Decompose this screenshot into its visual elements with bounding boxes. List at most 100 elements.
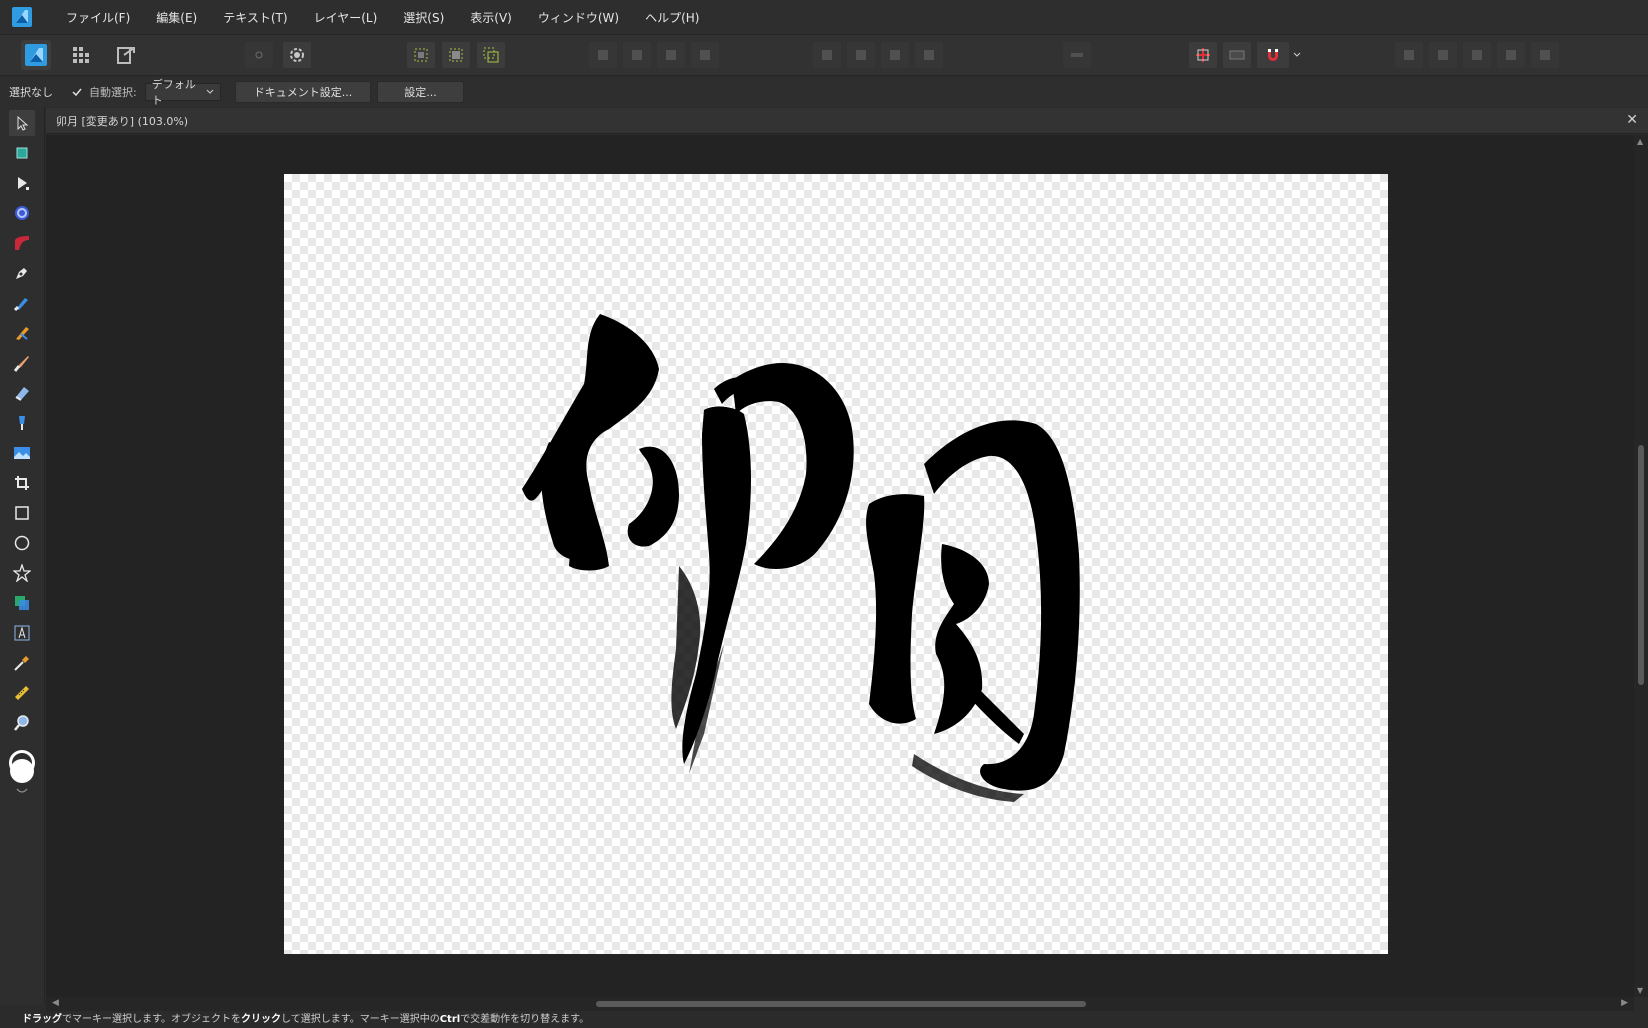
- snapping-grid-button[interactable]: [1189, 42, 1217, 68]
- horizontal-scrollbar[interactable]: ◀ ▶: [46, 997, 1634, 1011]
- canvas-area[interactable]: 卯月: [46, 135, 1634, 997]
- arrange-icon: [700, 50, 710, 60]
- boolean-subtract-icon: [1438, 50, 1448, 60]
- scroll-right-icon[interactable]: ▶: [1621, 998, 1628, 1008]
- move-forward-button[interactable]: [657, 42, 685, 68]
- invert-selection-button[interactable]: [477, 42, 505, 68]
- status-text-1: でマーキー選択します。オブジェクトを: [62, 1014, 241, 1025]
- crop-icon: [15, 476, 29, 490]
- corner-tool[interactable]: [9, 200, 35, 226]
- vector-brush-icon: [13, 298, 28, 312]
- node-tool[interactable]: [9, 170, 35, 196]
- designer-persona-button[interactable]: [21, 40, 51, 70]
- transparency-tool[interactable]: [9, 410, 35, 436]
- boolean-intersect-button[interactable]: [1463, 42, 1491, 68]
- place-image-tool[interactable]: [9, 440, 35, 466]
- pen-tool[interactable]: [9, 260, 35, 286]
- menu-bar: ファイル(F) 編集(E) テキスト(T) レイヤー(L) 選択(S) 表示(V…: [0, 0, 1648, 34]
- boolean-xor-icon: [1506, 50, 1516, 60]
- pixel-brush-tool[interactable]: [9, 350, 35, 376]
- context-toolbar: 選択なし 自動選択: デフォルト ドキュメント設定... 設定...: [0, 77, 1648, 107]
- move-front-button[interactable]: [691, 42, 719, 68]
- document-tab[interactable]: 卯月 [変更あり] (103.0%) ✕: [46, 108, 1648, 134]
- auto-select-dropdown[interactable]: デフォルト: [144, 78, 221, 107]
- flip-vertical-button[interactable]: [847, 42, 875, 68]
- document-page[interactable]: 卯月: [284, 174, 1388, 954]
- shape-builder-icon: [15, 596, 29, 610]
- zoom-tool[interactable]: [9, 710, 35, 736]
- rectangle-tool[interactable]: [9, 500, 35, 526]
- chevron-down-icon: [1293, 52, 1301, 57]
- vector-brush-tool[interactable]: [9, 290, 35, 316]
- shape-builder-tool[interactable]: [9, 590, 35, 616]
- move-back-button[interactable]: [589, 42, 617, 68]
- move-tool[interactable]: [9, 110, 35, 136]
- flip-icon: [822, 50, 832, 60]
- view-mode-button[interactable]: [245, 42, 273, 68]
- menu-help[interactable]: ヘルプ(H): [633, 9, 713, 26]
- menu-window[interactable]: ウィンドウ(W): [526, 9, 633, 26]
- tools-panel: [0, 107, 45, 1005]
- select-all-button[interactable]: [407, 42, 435, 68]
- menu-edit[interactable]: 編集(E): [144, 9, 211, 26]
- menu-select[interactable]: 選択(S): [391, 9, 458, 26]
- ellipse-tool[interactable]: [9, 530, 35, 556]
- deselect-icon: [449, 48, 463, 62]
- calligraphy-artwork[interactable]: 卯月: [284, 174, 1388, 954]
- snapping-toggle-button[interactable]: [1257, 42, 1289, 68]
- measure-tool[interactable]: [9, 680, 35, 706]
- auto-select-label: 自動選択:: [89, 86, 137, 99]
- rotate-right-button[interactable]: [915, 42, 943, 68]
- scroll-up-icon[interactable]: ▲: [1637, 137, 1643, 146]
- auto-select-checkbox[interactable]: [71, 86, 83, 98]
- color-picker-tool[interactable]: [9, 650, 35, 676]
- document-setup-button[interactable]: ドキュメント設定...: [234, 81, 372, 103]
- deselect-button[interactable]: [442, 42, 470, 68]
- menu-layer[interactable]: レイヤー(L): [302, 9, 392, 26]
- flip-horizontal-button[interactable]: [813, 42, 841, 68]
- crop-tool[interactable]: [9, 470, 35, 496]
- vertical-scrollbar[interactable]: ▲ ▼: [1634, 135, 1648, 997]
- settings-gear-button[interactable]: [283, 42, 311, 68]
- boolean-divide-icon: [1540, 50, 1550, 60]
- align-button[interactable]: [1063, 42, 1091, 68]
- rotate-icon: [890, 50, 900, 60]
- pencil-tool[interactable]: [9, 230, 35, 256]
- vertical-scroll-thumb[interactable]: [1638, 445, 1644, 685]
- checkmark-icon: [72, 88, 82, 97]
- boolean-divide-button[interactable]: [1531, 42, 1559, 68]
- snapping-options-dropdown[interactable]: [1290, 42, 1304, 68]
- star-tool[interactable]: [9, 560, 35, 586]
- eraser-tool[interactable]: [9, 380, 35, 406]
- menu-file[interactable]: ファイル(F): [54, 9, 144, 26]
- text-icon: [14, 625, 30, 641]
- boolean-xor-button[interactable]: [1497, 42, 1525, 68]
- rotate-left-button[interactable]: [881, 42, 909, 68]
- fill-tool[interactable]: [9, 320, 35, 346]
- fill-icon: [16, 327, 29, 340]
- scroll-down-icon[interactable]: ▼: [1637, 986, 1643, 995]
- affinity-designer-logo-icon[interactable]: [12, 7, 32, 27]
- artboard-tool[interactable]: [9, 140, 35, 166]
- menu-text[interactable]: テキスト(T): [211, 9, 301, 26]
- boolean-add-button[interactable]: [1395, 42, 1423, 68]
- node-icon: [18, 177, 29, 190]
- swap-colors-icon[interactable]: [16, 787, 28, 795]
- pixel-persona-button[interactable]: [66, 40, 96, 70]
- export-persona-button[interactable]: [111, 40, 141, 70]
- pixel-view-button[interactable]: [1223, 42, 1251, 68]
- move-backward-button[interactable]: [623, 42, 651, 68]
- corner-icon: [15, 206, 29, 220]
- export-persona-icon: [117, 47, 135, 64]
- pencil-icon: [15, 236, 29, 250]
- horizontal-scroll-thumb[interactable]: [596, 1001, 1086, 1007]
- boolean-add-icon: [1404, 50, 1414, 60]
- magnet-icon: [1268, 49, 1278, 61]
- settings-button[interactable]: 設定...: [377, 81, 464, 103]
- scroll-left-icon[interactable]: ◀: [52, 998, 59, 1008]
- close-document-icon[interactable]: ✕: [1626, 112, 1638, 128]
- boolean-subtract-button[interactable]: [1429, 42, 1457, 68]
- text-tool[interactable]: [9, 620, 35, 646]
- menu-view[interactable]: 表示(V): [458, 9, 526, 26]
- fill-color-well[interactable]: [10, 759, 34, 783]
